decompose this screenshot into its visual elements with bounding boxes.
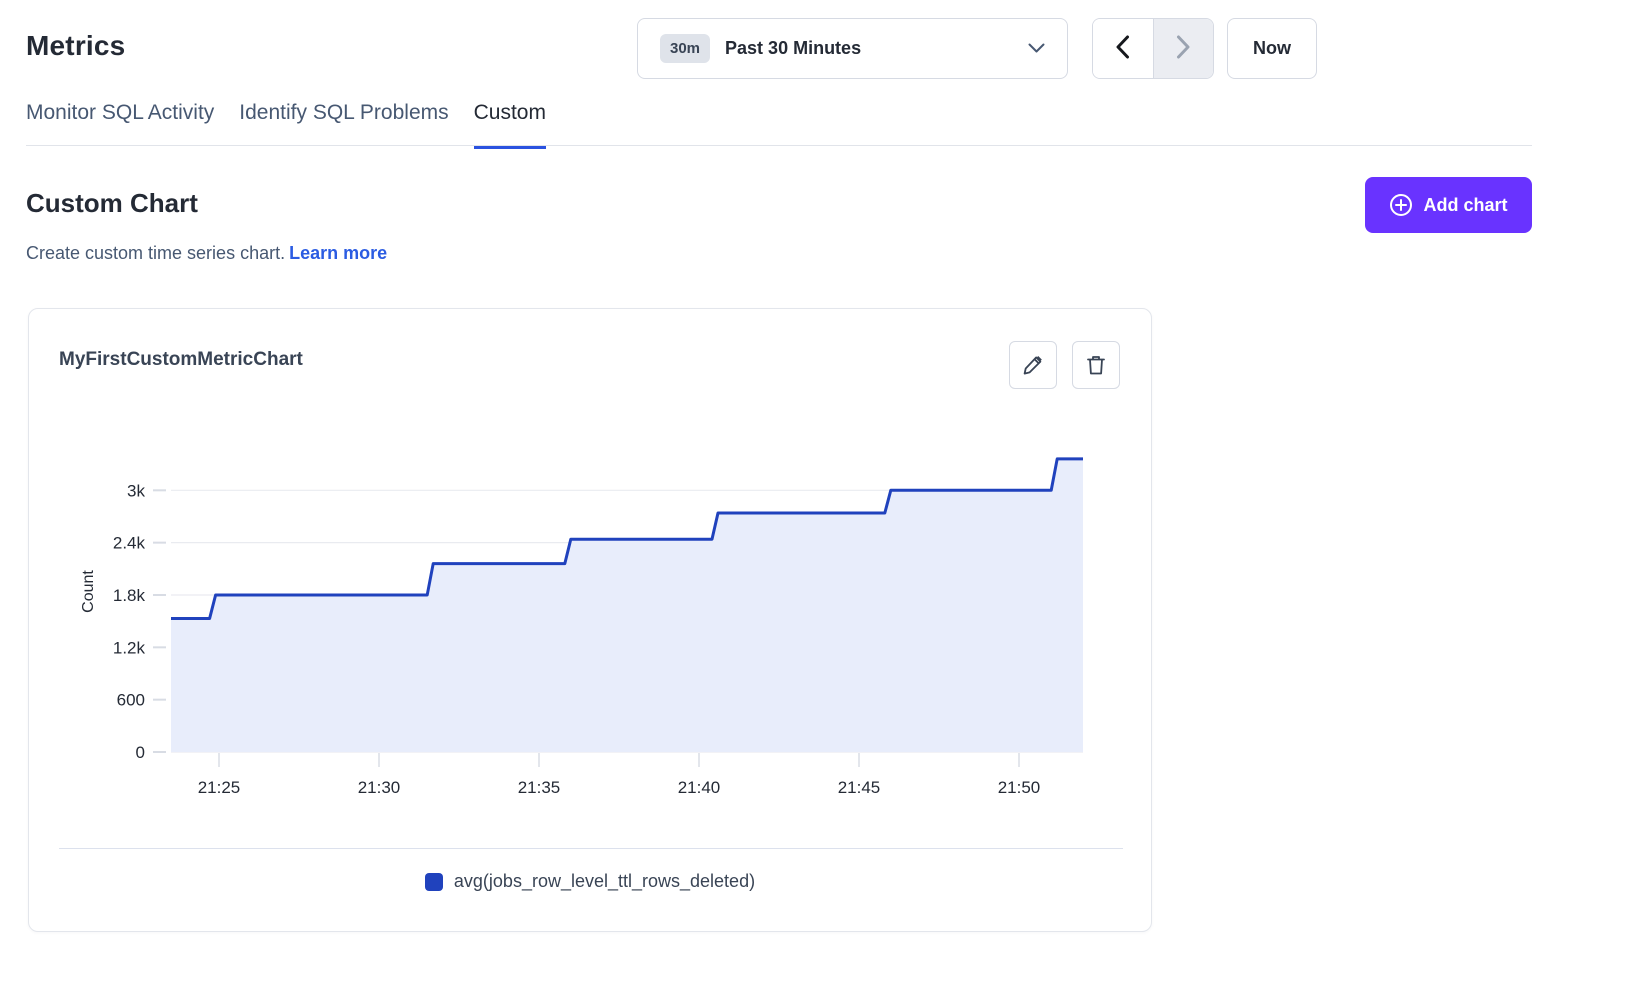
legend-divider bbox=[59, 848, 1123, 849]
custom-chart-heading: Custom Chart bbox=[26, 188, 198, 219]
svg-text:0: 0 bbox=[136, 743, 145, 762]
svg-text:21:50: 21:50 bbox=[998, 778, 1041, 797]
svg-text:21:40: 21:40 bbox=[678, 778, 721, 797]
tab-identify-sql-problems[interactable]: Identify SQL Problems bbox=[239, 101, 448, 149]
svg-text:21:45: 21:45 bbox=[838, 778, 881, 797]
tab-custom[interactable]: Custom bbox=[474, 101, 546, 149]
tabs-divider bbox=[26, 145, 1532, 146]
svg-text:1.8k: 1.8k bbox=[113, 586, 146, 605]
edit-chart-button[interactable] bbox=[1009, 341, 1057, 389]
time-range-dropdown[interactable]: 30m Past 30 Minutes bbox=[637, 18, 1068, 79]
trash-icon bbox=[1085, 354, 1107, 377]
svg-text:Count: Count bbox=[80, 570, 97, 613]
plus-circle-icon bbox=[1389, 193, 1413, 217]
time-range-badge: 30m bbox=[660, 34, 710, 63]
chevron-right-icon bbox=[1176, 35, 1191, 62]
time-nav-group bbox=[1092, 18, 1214, 79]
now-button[interactable]: Now bbox=[1227, 18, 1317, 79]
tab-monitor-sql-activity[interactable]: Monitor SQL Activity bbox=[26, 101, 214, 149]
svg-text:600: 600 bbox=[117, 691, 145, 710]
legend-label: avg(jobs_row_level_ttl_rows_deleted) bbox=[454, 871, 755, 892]
svg-text:1.2k: 1.2k bbox=[113, 638, 146, 657]
next-time-button[interactable] bbox=[1153, 19, 1213, 78]
svg-text:21:25: 21:25 bbox=[198, 778, 241, 797]
chart-legend: avg(jobs_row_level_ttl_rows_deleted) bbox=[29, 871, 1151, 892]
chart-title: MyFirstCustomMetricChart bbox=[59, 349, 303, 371]
svg-text:2.4k: 2.4k bbox=[113, 534, 146, 553]
learn-more-link[interactable]: Learn more bbox=[289, 243, 387, 263]
pencil-icon bbox=[1022, 354, 1044, 376]
chart-card: MyFirstCustomMetricChart 0 600 1.2k 1.8k 2.4… bbox=[28, 308, 1152, 932]
custom-chart-subtitle: Create custom time series chart.Learn mo… bbox=[26, 243, 387, 264]
tabs: Monitor SQL Activity Identify SQL Proble… bbox=[26, 101, 546, 149]
time-range-label: Past 30 Minutes bbox=[725, 38, 861, 59]
chevron-left-icon bbox=[1115, 35, 1130, 62]
prev-time-button[interactable] bbox=[1093, 19, 1153, 78]
svg-text:3k: 3k bbox=[127, 481, 145, 500]
custom-metric-chart: 0 600 1.2k 1.8k 2.4k 3k 21:25 21:30 21:35 21:40 21… bbox=[29, 409, 1153, 809]
delete-chart-button[interactable] bbox=[1072, 341, 1120, 389]
legend-swatch bbox=[425, 873, 443, 891]
chevron-down-icon bbox=[1028, 43, 1045, 54]
page-title: Metrics bbox=[26, 30, 125, 62]
add-chart-button[interactable]: Add chart bbox=[1365, 177, 1532, 233]
svg-text:21:30: 21:30 bbox=[358, 778, 401, 797]
svg-text:21:35: 21:35 bbox=[518, 778, 561, 797]
add-chart-label: Add chart bbox=[1423, 195, 1507, 216]
subtitle-text: Create custom time series chart. bbox=[26, 243, 285, 263]
